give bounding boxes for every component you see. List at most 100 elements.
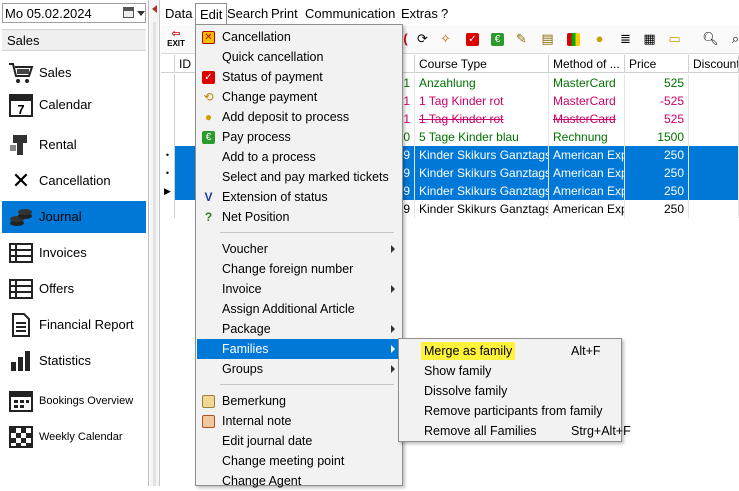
cell-discount[interactable] bbox=[689, 74, 739, 92]
cell-method[interactable]: Rechnung bbox=[549, 128, 625, 146]
submenu-item-remove-participants[interactable]: Remove participants from family bbox=[400, 401, 620, 421]
row-indicator[interactable] bbox=[161, 74, 175, 92]
row-indicator[interactable]: • bbox=[161, 164, 175, 182]
cell-price[interactable]: 250 bbox=[625, 146, 689, 164]
sidebar-item-journal[interactable]: Journal bbox=[2, 201, 146, 233]
menu-item-invoice[interactable]: Invoice bbox=[197, 279, 402, 299]
menu-print[interactable]: Print bbox=[267, 3, 302, 24]
menu-item-voucher[interactable]: Voucher bbox=[197, 239, 402, 259]
menu-item-quick-cancellation[interactable]: Quick cancellation bbox=[197, 47, 402, 67]
sidebar-item-cancellation[interactable]: ✕ Cancellation bbox=[2, 165, 146, 197]
row-indicator[interactable]: ▶ bbox=[161, 182, 175, 200]
sidebar-item-financial-report[interactable]: Financial Report bbox=[2, 309, 146, 341]
menu-item-change-meeting-point[interactable]: Change meeting point bbox=[197, 451, 402, 471]
column-header-price[interactable]: Price bbox=[625, 55, 689, 73]
zoom-tool-icon[interactable]: ⌕ bbox=[727, 30, 739, 47]
dropdown-arrow-icon[interactable] bbox=[137, 11, 145, 16]
cell-method[interactable]: MasterCard bbox=[549, 110, 625, 128]
sidebar-item-weekly-calendar[interactable]: Weekly Calendar bbox=[2, 421, 146, 453]
swap-tool-icon[interactable]: ✧ bbox=[437, 30, 454, 47]
calculator-tool-icon[interactable]: ▦ bbox=[641, 30, 658, 47]
menu-item-edit-journal-date[interactable]: Edit journal date bbox=[197, 431, 402, 451]
cell-method[interactable]: American Expre bbox=[549, 164, 625, 182]
menu-search[interactable]: Search bbox=[223, 3, 272, 24]
calendar-picker-icon[interactable] bbox=[123, 7, 134, 18]
cell-method[interactable]: American Expre bbox=[549, 182, 625, 200]
sidebar-item-offers[interactable]: Offers bbox=[2, 273, 146, 305]
panel-splitter[interactable] bbox=[150, 0, 160, 486]
cell-course-type[interactable]: Kinder Skikurs Ganztags 4T bbox=[415, 200, 549, 218]
menu-item-net-position[interactable]: ? Net Position bbox=[197, 207, 402, 227]
date-field[interactable]: Mo 05.02.2024 bbox=[2, 3, 146, 23]
note2-tool-icon[interactable]: ▤ bbox=[539, 30, 556, 47]
submenu-item-dissolve-family[interactable]: Dissolve family bbox=[400, 381, 620, 401]
menu-item-change-agent[interactable]: Change Agent bbox=[197, 471, 402, 491]
euro-tool-icon[interactable]: € bbox=[489, 30, 506, 47]
menu-item-assign-additional-article[interactable]: Assign Additional Article bbox=[197, 299, 402, 319]
row-indicator[interactable] bbox=[161, 110, 175, 128]
row-indicator[interactable]: • bbox=[161, 146, 175, 164]
menu-item-groups[interactable]: Groups bbox=[197, 359, 402, 379]
menu-communication[interactable]: Communication bbox=[301, 3, 399, 24]
cell-price[interactable]: 250 bbox=[625, 164, 689, 182]
cell-course-type[interactable]: Kinder Skikurs Ganztags 4T bbox=[415, 146, 549, 164]
menu-item-pay-process[interactable]: € Pay process bbox=[197, 127, 402, 147]
menu-item-internal-note[interactable]: Internal note bbox=[197, 411, 402, 431]
refresh-tool-icon[interactable]: ⟳ bbox=[414, 30, 431, 47]
cell-discount[interactable] bbox=[689, 110, 739, 128]
menu-item-families[interactable]: Families bbox=[197, 339, 402, 359]
cell-course-type[interactable]: 1 Tag Kinder rot bbox=[415, 110, 549, 128]
menu-help[interactable]: ? bbox=[437, 3, 452, 24]
cell-discount[interactable] bbox=[689, 164, 739, 182]
cell-course-type[interactable]: Anzahlung bbox=[415, 74, 549, 92]
stack-tool-icon[interactable]: ≣ bbox=[617, 30, 634, 47]
column-header-method[interactable]: Method of ... bbox=[549, 55, 625, 73]
cell-method[interactable]: American Expre bbox=[549, 200, 625, 218]
menu-item-cancellation[interactable]: ✕ Cancellation bbox=[197, 27, 402, 47]
note-tool-icon[interactable]: ✎ bbox=[513, 30, 530, 47]
sidebar-item-bookings-overview[interactable]: Bookings Overview bbox=[2, 385, 146, 417]
cell-price[interactable]: 250 bbox=[625, 200, 689, 218]
menu-item-extension-of-status[interactable]: V Extension of status bbox=[197, 187, 402, 207]
sidebar-item-invoices[interactable]: Invoices bbox=[2, 237, 146, 269]
search-tool-icon[interactable]: 🔍︎ bbox=[702, 30, 719, 47]
cell-discount[interactable] bbox=[689, 92, 739, 110]
cell-course-type[interactable]: 1 Tag Kinder rot bbox=[415, 92, 549, 110]
menu-item-change-payment[interactable]: ⟲ Change payment bbox=[197, 87, 402, 107]
cell-price[interactable]: 250 bbox=[625, 182, 689, 200]
sidebar-item-rental[interactable]: Rental bbox=[2, 129, 146, 161]
submenu-item-merge-as-family[interactable]: Merge as family Alt+F bbox=[400, 341, 620, 361]
sidebar-item-sales[interactable]: Sales bbox=[2, 57, 146, 89]
cell-course-type[interactable]: Kinder Skikurs Ganztags 4T bbox=[415, 164, 549, 182]
document-tool-icon[interactable]: ▭ bbox=[666, 30, 683, 47]
splitter-bar[interactable] bbox=[153, 22, 156, 486]
cell-price[interactable]: 525 bbox=[625, 110, 689, 128]
menu-item-add-to-process[interactable]: Add to a process bbox=[197, 147, 402, 167]
cell-course-type[interactable]: 5 Tage Kinder blau bbox=[415, 128, 549, 146]
exit-button[interactable]: ⇦ EXIT bbox=[164, 29, 188, 49]
row-indicator[interactable] bbox=[161, 92, 175, 110]
submenu-item-remove-all-families[interactable]: Remove all Families Strg+Alt+F bbox=[400, 421, 631, 441]
sidebar-item-calendar[interactable]: 7 Calendar bbox=[2, 89, 146, 121]
submenu-item-show-family[interactable]: Show family bbox=[400, 361, 620, 381]
row-indicator[interactable] bbox=[161, 200, 175, 218]
chart-tool-icon[interactable] bbox=[565, 30, 582, 47]
cell-discount[interactable] bbox=[689, 182, 739, 200]
menu-item-select-and-pay-marked-tickets[interactable]: Select and pay marked tickets bbox=[197, 167, 402, 187]
menu-data[interactable]: Data bbox=[161, 3, 196, 24]
cell-price[interactable]: 1500 bbox=[625, 128, 689, 146]
row-indicator[interactable] bbox=[161, 128, 175, 146]
column-header-course-type[interactable]: Course Type bbox=[415, 55, 549, 73]
cell-method[interactable]: MasterCard bbox=[549, 92, 625, 110]
checkmark-tool-icon[interactable]: ✓ bbox=[464, 30, 481, 47]
cell-method[interactable]: MasterCard bbox=[549, 74, 625, 92]
cell-price[interactable]: -525 bbox=[625, 92, 689, 110]
menu-item-add-deposit[interactable]: ● Add deposit to process bbox=[197, 107, 402, 127]
menu-extras[interactable]: Extras bbox=[397, 3, 442, 24]
cell-method[interactable]: American Expre bbox=[549, 146, 625, 164]
cell-discount[interactable] bbox=[689, 146, 739, 164]
cell-price[interactable]: 525 bbox=[625, 74, 689, 92]
menu-item-bemerkung[interactable]: Bemerkung bbox=[197, 391, 402, 411]
menu-item-change-foreign-number[interactable]: Change foreign number bbox=[197, 259, 402, 279]
menu-item-package[interactable]: Package bbox=[197, 319, 402, 339]
